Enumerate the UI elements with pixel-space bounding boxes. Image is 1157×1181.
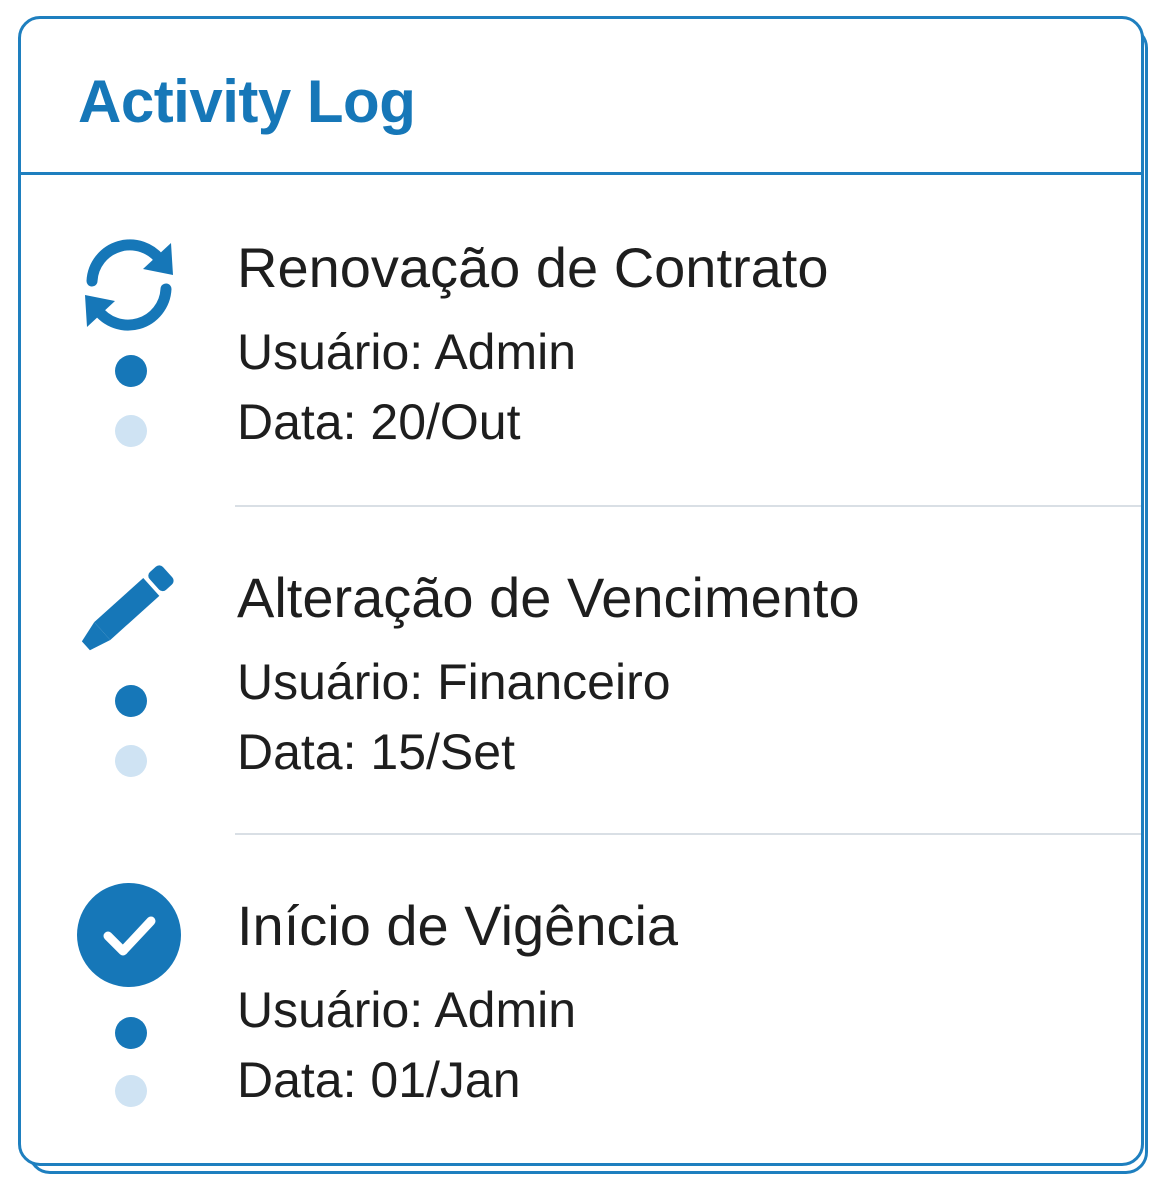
entry-divider bbox=[235, 505, 1141, 507]
entry-divider bbox=[235, 833, 1141, 835]
entry-user: Usuário: Financeiro bbox=[237, 654, 671, 710]
entry-user: Usuário: Admin bbox=[237, 982, 577, 1038]
timeline-dot-faint bbox=[115, 1075, 147, 1107]
timeline-dot bbox=[115, 355, 147, 387]
timeline-dot bbox=[115, 685, 147, 717]
timeline-dot bbox=[115, 1017, 147, 1049]
card-header: Activity Log bbox=[21, 19, 1141, 175]
activity-log-card: Activity Log Renovação de Contrato Usuár… bbox=[18, 16, 1144, 1166]
entry-user: Usuário: Admin bbox=[237, 324, 577, 380]
refresh-icon bbox=[75, 231, 183, 339]
card-title: Activity Log bbox=[78, 68, 416, 135]
timeline-dot-faint bbox=[115, 745, 147, 777]
check-circle-icon bbox=[75, 881, 183, 989]
activity-entry[interactable]: Alteração de Vencimento Usuário: Finance… bbox=[21, 549, 1141, 849]
entry-title: Início de Vigência bbox=[237, 894, 679, 957]
timeline-dot-faint bbox=[115, 415, 147, 447]
entry-date: Data: 01/Jan bbox=[237, 1052, 521, 1108]
entry-title: Alteração de Vencimento bbox=[237, 566, 860, 629]
activity-entry[interactable]: Início de Vigência Usuário: Admin Data: … bbox=[21, 877, 1141, 1163]
entry-title: Renovação de Contrato bbox=[237, 236, 829, 299]
entry-date: Data: 15/Set bbox=[237, 724, 515, 780]
pencil-icon bbox=[75, 553, 183, 661]
activity-entry[interactable]: Renovação de Contrato Usuário: Admin Dat… bbox=[21, 219, 1141, 519]
entry-date: Data: 20/Out bbox=[237, 394, 521, 450]
